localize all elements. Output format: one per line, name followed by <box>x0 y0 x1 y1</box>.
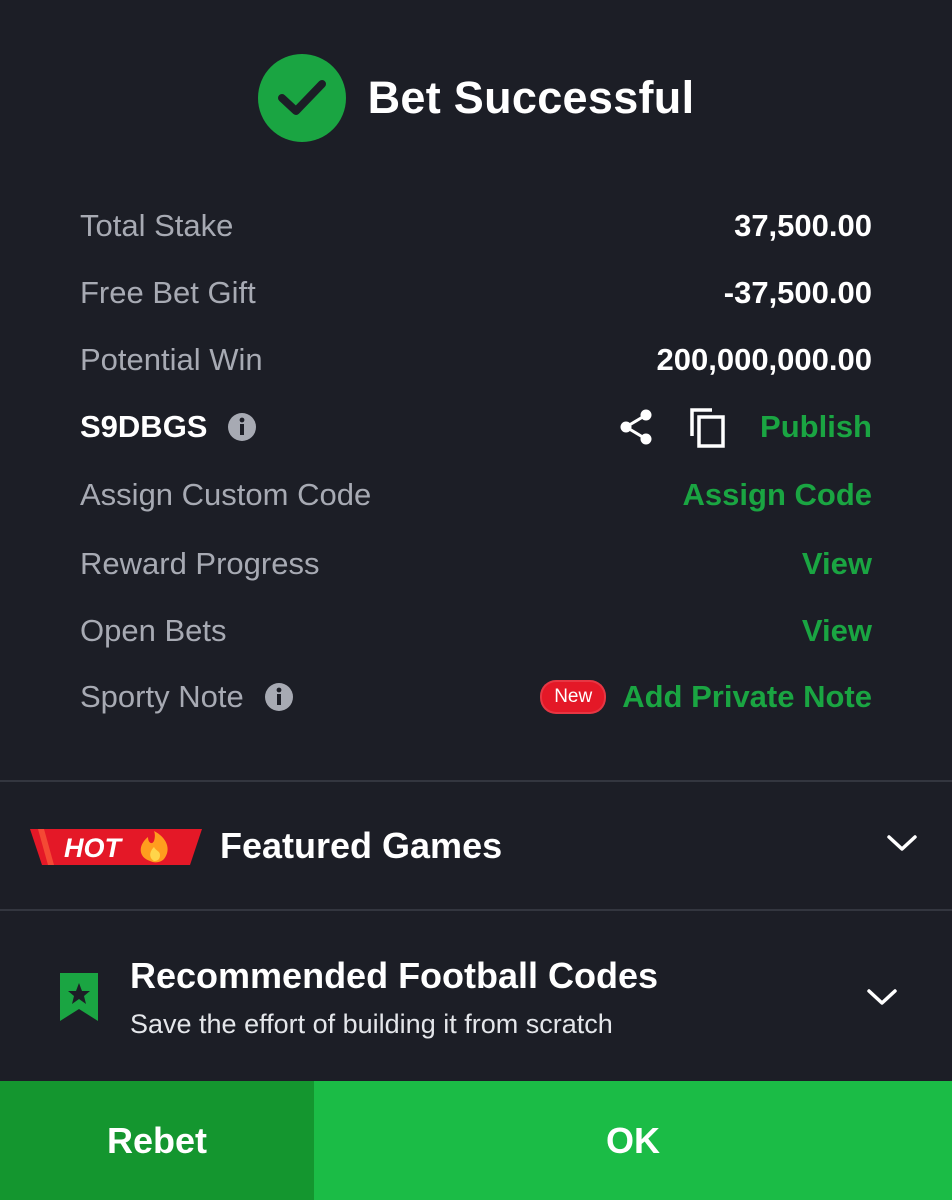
footer-actions: Rebet OK <box>0 1081 952 1200</box>
info-icon[interactable] <box>264 682 294 712</box>
hot-badge-text: HOT <box>64 833 124 863</box>
share-icon[interactable] <box>618 408 654 446</box>
bookmark-star-icon <box>58 971 100 1028</box>
total-stake-row: Total Stake 37,500.00 <box>80 196 872 256</box>
free-bet-gift-value: -37,500.00 <box>723 275 872 310</box>
recommended-subtitle: Save the effort of building it from scra… <box>130 1009 613 1039</box>
copy-icon[interactable] <box>688 406 726 448</box>
ok-button[interactable]: OK <box>314 1081 952 1200</box>
sporty-note-actions: New Add Private Note <box>540 679 872 715</box>
total-stake-label: Total Stake <box>80 208 234 243</box>
potential-win-row: Potential Win 200,000,000.00 <box>80 330 872 390</box>
chevron-down-icon[interactable] <box>886 833 918 860</box>
assign-custom-code-row: Assign Custom Code Assign Code <box>80 465 872 525</box>
sporty-note-row: Sporty Note New Add Private Note <box>80 667 872 727</box>
booking-code[interactable]: S9DBGS <box>80 409 207 445</box>
reward-progress-row: Reward Progress View <box>80 534 872 594</box>
success-header: Bet Successful <box>0 52 952 144</box>
sporty-note-container: Sporty Note <box>80 679 294 715</box>
open-bets-row: Open Bets View <box>80 601 872 661</box>
check-circle-icon <box>257 54 346 142</box>
rebet-button[interactable]: Rebet <box>0 1081 314 1200</box>
publish-link[interactable]: Publish <box>760 409 872 445</box>
recommended-football-codes-section[interactable]: Recommended Football Codes Save the effo… <box>0 911 952 1081</box>
booking-code-row: S9DBGS Publish <box>80 397 872 457</box>
potential-win-value: 200,000,000.00 <box>656 342 873 377</box>
new-badge: New <box>540 680 607 714</box>
free-bet-gift-row: Free Bet Gift -37,500.00 <box>80 263 872 323</box>
featured-games-section[interactable]: HOT Featured Games <box>0 783 952 909</box>
assign-custom-code-label: Assign Custom Code <box>80 477 372 512</box>
reward-progress-label: Reward Progress <box>80 546 320 581</box>
add-private-note-link[interactable]: Add Private Note <box>622 679 872 715</box>
recommended-title: Recommended Football Codes <box>130 955 659 996</box>
sporty-note-label: Sporty Note <box>80 679 244 714</box>
booking-actions: Publish <box>618 406 872 448</box>
hot-badge: HOT <box>30 827 202 872</box>
reward-progress-view-link[interactable]: View <box>802 546 872 582</box>
open-bets-view-link[interactable]: View <box>802 613 872 649</box>
booking-code-container: S9DBGS <box>80 409 257 445</box>
potential-win-label: Potential Win <box>80 342 263 377</box>
assign-code-link[interactable]: Assign Code <box>683 477 872 513</box>
featured-games-title: Featured Games <box>220 825 503 866</box>
info-icon[interactable] <box>227 412 257 442</box>
open-bets-label: Open Bets <box>80 613 227 648</box>
total-stake-value: 37,500.00 <box>734 208 872 243</box>
free-bet-gift-label: Free Bet Gift <box>80 275 256 310</box>
divider <box>0 780 952 782</box>
chevron-down-icon[interactable] <box>866 987 898 1014</box>
page-title: Bet Successful <box>367 72 695 123</box>
